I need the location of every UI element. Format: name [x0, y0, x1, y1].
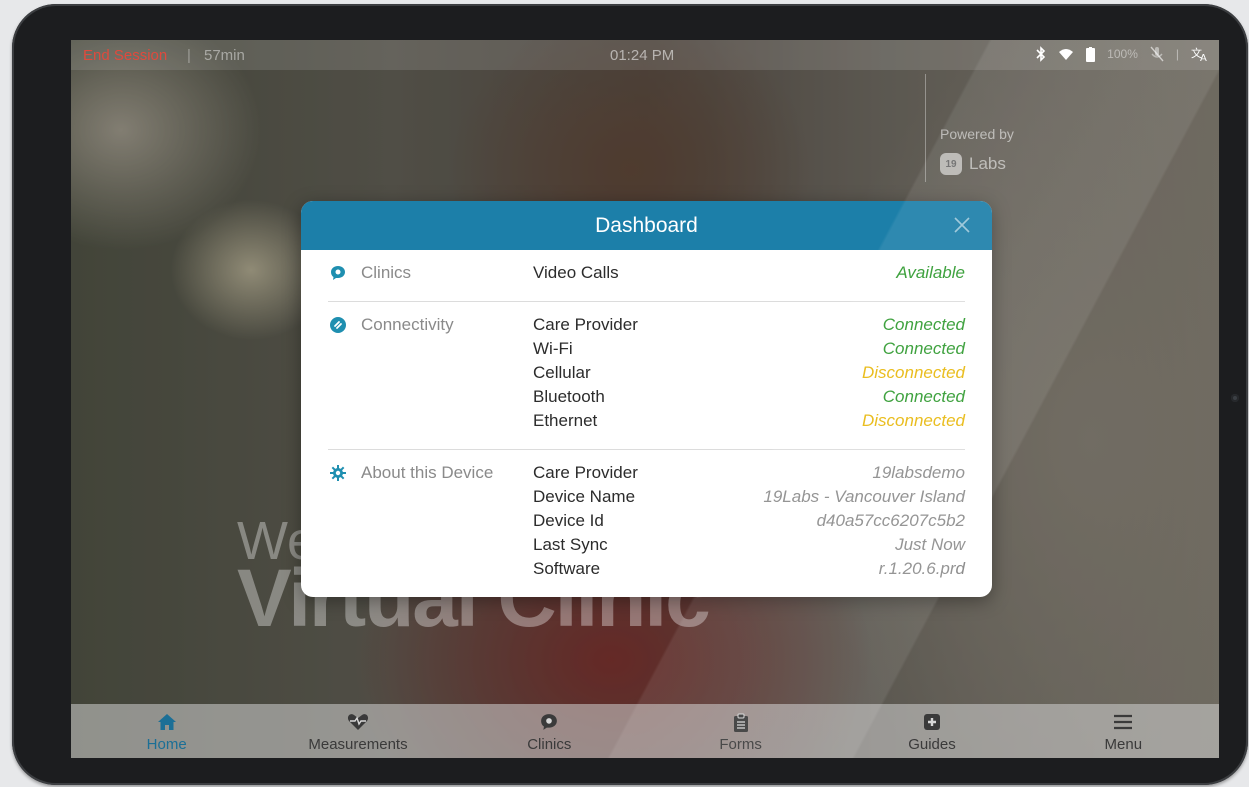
row-key: Device Name [533, 487, 636, 506]
row-key: Cellular [533, 363, 591, 382]
nav-label: Measurements [308, 736, 408, 753]
nav-measurements[interactable]: Measurements [262, 704, 453, 758]
section-label: Connectivity [361, 315, 454, 334]
status-row: Cellular Disconnected [533, 363, 965, 387]
status-row: Ethernet Disconnected [533, 411, 965, 435]
home-icon [156, 712, 178, 732]
heart-pulse-icon [347, 712, 369, 732]
row-value: Connected [882, 339, 965, 358]
row-key: Video Calls [533, 263, 619, 282]
connectivity-section: Connectivity Care Provider Connected Wi-… [328, 315, 965, 435]
status-row: Care Provider Connected [533, 315, 965, 339]
info-row: Device Id d40a57cc6207c5b2 [533, 511, 965, 535]
tablet-frame: We Virtual Clinic Powered by 19 Labs End… [12, 4, 1248, 785]
system-icons: 100% | 文A [1036, 46, 1209, 62]
close-icon[interactable] [952, 215, 972, 235]
row-value: Connected [882, 315, 965, 334]
session-timer: 57min [204, 46, 245, 64]
hamburger-icon [1112, 712, 1134, 732]
row-key: Software [533, 559, 601, 578]
status-row: Video Calls Available [533, 263, 965, 287]
wifi-icon [1059, 49, 1074, 60]
nav-home[interactable]: Home [71, 704, 262, 758]
row-key: Wi-Fi [533, 339, 573, 358]
clipboard-icon [730, 712, 752, 732]
status-bar: End Session | 57min 01:24 PM 100% | 文A [71, 40, 1219, 70]
end-session-button[interactable]: End Session [83, 47, 167, 64]
nav-label: Home [146, 736, 187, 753]
bottom-nav: Home Measurements Clinics Forms Guides M… [71, 704, 1219, 758]
dialog-header: Dashboard [301, 201, 992, 250]
mic-off-icon[interactable] [1150, 46, 1164, 62]
clinics-section: Clinics Video Calls Available [328, 263, 965, 293]
nav-forms[interactable]: Forms [645, 704, 836, 758]
row-key: Device Id [533, 511, 604, 530]
row-key: Last Sync [533, 535, 608, 554]
info-row: Device Name 19Labs - Vancouver Island [533, 487, 965, 511]
row-key: Care Provider [533, 463, 638, 482]
battery-icon [1086, 46, 1096, 62]
status-separator: | [187, 46, 191, 64]
nav-label: Menu [1104, 736, 1143, 753]
info-row: Software r.1.20.6.prd [533, 559, 965, 583]
camera-lens [1231, 394, 1239, 402]
section-divider [328, 449, 965, 450]
dialog-title: Dashboard [595, 213, 698, 237]
brand-name: Labs [969, 154, 1006, 173]
row-value: Connected [882, 387, 965, 406]
brand-logo: 19 Labs [940, 153, 1006, 175]
bluetooth-icon [1036, 46, 1046, 62]
nav-label: Clinics [527, 736, 572, 753]
section-label: About this Device [361, 463, 494, 482]
row-key: Bluetooth [533, 387, 605, 406]
brand-badge: 19 [940, 153, 962, 175]
nav-label: Guides [908, 736, 956, 753]
row-key: Ethernet [533, 411, 598, 430]
row-value: Available [896, 263, 965, 282]
link-icon [330, 317, 346, 333]
section-divider [328, 301, 965, 302]
row-value: 19labsdemo [872, 463, 965, 482]
screen: We Virtual Clinic Powered by 19 Labs End… [71, 40, 1219, 758]
row-value: Disconnected [861, 363, 965, 382]
row-value: r.1.20.6.prd [878, 559, 965, 578]
info-row: Care Provider 19labsdemo [533, 463, 965, 487]
first-aid-icon [921, 712, 943, 732]
battery-percent: 100% [1107, 47, 1138, 61]
row-key: Care Provider [533, 315, 638, 334]
chat-bubble-icon [331, 266, 345, 280]
dashboard-dialog: Dashboard Clinics Video Calls Available … [301, 201, 992, 597]
info-row: Last Sync Just Now [533, 535, 965, 559]
row-value: Just Now [895, 535, 965, 554]
nav-guides[interactable]: Guides [836, 704, 1027, 758]
translate-icon[interactable]: 文A [1191, 46, 1209, 62]
status-row: Wi-Fi Connected [533, 339, 965, 363]
gear-icon [330, 465, 346, 481]
clock: 01:24 PM [610, 46, 675, 64]
chat-bubble-icon [538, 712, 560, 732]
status-separator-2: | [1175, 47, 1179, 61]
nav-menu[interactable]: Menu [1028, 704, 1219, 758]
status-row: Bluetooth Connected [533, 387, 965, 411]
powered-by-label: Powered by [940, 126, 1014, 142]
row-value: d40a57cc6207c5b2 [816, 511, 965, 530]
nav-clinics[interactable]: Clinics [454, 704, 645, 758]
section-label: Clinics [361, 263, 412, 282]
about-device-section: About this Device Care Provider 19labsde… [328, 463, 965, 583]
nav-label: Forms [719, 736, 762, 753]
brand-divider [925, 74, 926, 182]
row-value: 19Labs - Vancouver Island [763, 487, 965, 506]
row-value: Disconnected [861, 411, 965, 430]
svg-text:A: A [1200, 53, 1207, 62]
